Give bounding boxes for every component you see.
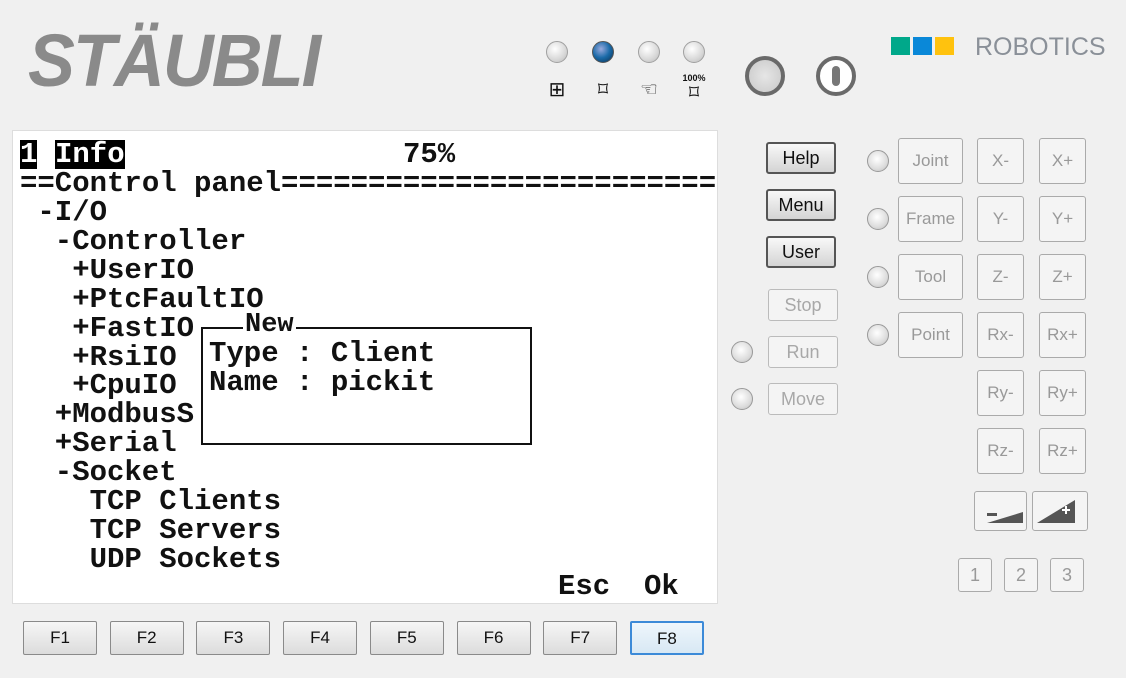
number-button-2[interactable]: 2 xyxy=(1004,558,1038,592)
jog-button[interactable]: Y+ xyxy=(1039,196,1086,242)
frame-button-tool[interactable]: Tool xyxy=(898,254,963,300)
tree-item[interactable]: UDP Sockets xyxy=(90,545,281,574)
tree-item[interactable]: +UserIO xyxy=(72,256,194,285)
number-button-3[interactable]: 3 xyxy=(1050,558,1084,592)
jog-button[interactable]: Ry+ xyxy=(1039,370,1086,416)
function-key-f6[interactable]: F6 xyxy=(456,621,531,655)
function-key-f8[interactable]: F8 xyxy=(629,621,704,655)
jog-button[interactable]: Z- xyxy=(977,254,1024,300)
function-key-f2[interactable]: F2 xyxy=(109,621,184,655)
tree-item[interactable]: +FastIO xyxy=(72,314,194,343)
control-panel-header: ==Control panel=========================… xyxy=(20,167,717,200)
brand-square-yellow xyxy=(935,37,954,55)
new-socket-dialog: New Type : Client Name : pickit xyxy=(201,311,532,445)
function-key-f7[interactable]: F7 xyxy=(543,621,618,655)
softkey-ok[interactable]: Ok xyxy=(644,572,679,601)
tab-title: Info xyxy=(55,138,125,171)
move-radio[interactable] xyxy=(731,388,753,410)
dialog-name[interactable]: Name : pickit xyxy=(209,368,435,397)
tab-number: 1 xyxy=(20,138,38,171)
number-button-1[interactable]: 1 xyxy=(958,558,992,592)
brand-square-blue xyxy=(913,37,932,55)
jog-button[interactable]: Z+ xyxy=(1039,254,1086,300)
tree-item[interactable]: -Controller xyxy=(55,227,246,256)
tree-item[interactable]: +RsiIO xyxy=(72,343,176,372)
help-button[interactable]: Help xyxy=(766,142,836,174)
dialog-type[interactable]: Type : Client xyxy=(209,339,435,368)
tree-item[interactable]: -Socket xyxy=(55,458,177,487)
tree-item[interactable]: +Serial xyxy=(55,429,177,458)
frame-radio-tool[interactable] xyxy=(867,266,889,288)
network-local-icon: ⊞ xyxy=(548,79,566,101)
function-key-f3[interactable]: F3 xyxy=(196,621,271,655)
jog-button[interactable]: Rx- xyxy=(977,312,1024,358)
tree-item[interactable]: TCP Servers xyxy=(90,516,281,545)
frame-radio-joint[interactable] xyxy=(867,150,889,172)
jog-button[interactable]: Rz+ xyxy=(1039,428,1086,474)
robotics-label: ROBOTICS xyxy=(975,33,1106,61)
tree-item[interactable]: +PtcFaultIO xyxy=(72,285,263,314)
mode-led[interactable] xyxy=(592,41,614,63)
function-key-f5[interactable]: F5 xyxy=(369,621,444,655)
power-button[interactable] xyxy=(816,56,856,96)
frame-radio-point[interactable] xyxy=(867,324,889,346)
frame-radio-frame[interactable] xyxy=(867,208,889,230)
brand-square-green xyxy=(891,37,910,55)
jog-button[interactable]: Rz- xyxy=(977,428,1024,474)
tree-item[interactable]: +ModbusS xyxy=(55,400,194,429)
run-button[interactable]: Run xyxy=(768,336,838,368)
frame-button-joint[interactable]: Joint xyxy=(898,138,963,184)
jog-button[interactable]: Rx+ xyxy=(1039,312,1086,358)
tree-item[interactable]: TCP Clients xyxy=(90,487,281,516)
tree-item[interactable]: -I/O xyxy=(37,198,107,227)
tree-item[interactable]: +CpuIO xyxy=(72,371,176,400)
speed-up-icon xyxy=(1037,500,1075,523)
speed-down-icon xyxy=(987,512,1023,523)
staubli-logo: STÄUBLI xyxy=(28,19,321,102)
move-button[interactable]: Move xyxy=(768,383,838,415)
manual-icon: ⌑ xyxy=(597,79,609,101)
menu-button[interactable]: Menu xyxy=(766,189,836,221)
speed-increase-button[interactable] xyxy=(1032,491,1088,531)
jog-button[interactable]: X+ xyxy=(1039,138,1086,184)
speed-readout: 75% xyxy=(403,138,456,171)
mode-led[interactable] xyxy=(546,41,568,63)
mode-led[interactable] xyxy=(683,41,705,63)
frame-button-frame[interactable]: Frame xyxy=(898,196,963,242)
pendant-screen[interactable]: 1 Info 75% ==Control panel==============… xyxy=(12,130,718,604)
user-button[interactable]: User xyxy=(766,236,836,268)
run-radio[interactable] xyxy=(731,341,753,363)
jog-button[interactable]: X- xyxy=(977,138,1024,184)
dialog-title: New xyxy=(243,310,296,340)
hand-icon: ☜ xyxy=(640,79,658,101)
auto-100-icon: 100% ⌑ xyxy=(679,74,709,104)
jog-button[interactable]: Y- xyxy=(977,196,1024,242)
stop-button[interactable]: Stop xyxy=(768,289,838,321)
frame-button-point[interactable]: Point xyxy=(898,312,963,358)
enable-button[interactable] xyxy=(745,56,785,96)
softkey-esc[interactable]: Esc xyxy=(558,572,610,601)
function-key-f1[interactable]: F1 xyxy=(23,621,97,655)
mode-led[interactable] xyxy=(638,41,660,63)
function-key-f4[interactable]: F4 xyxy=(283,621,358,655)
speed-decrease-button[interactable] xyxy=(974,491,1027,531)
jog-button[interactable]: Ry- xyxy=(977,370,1024,416)
